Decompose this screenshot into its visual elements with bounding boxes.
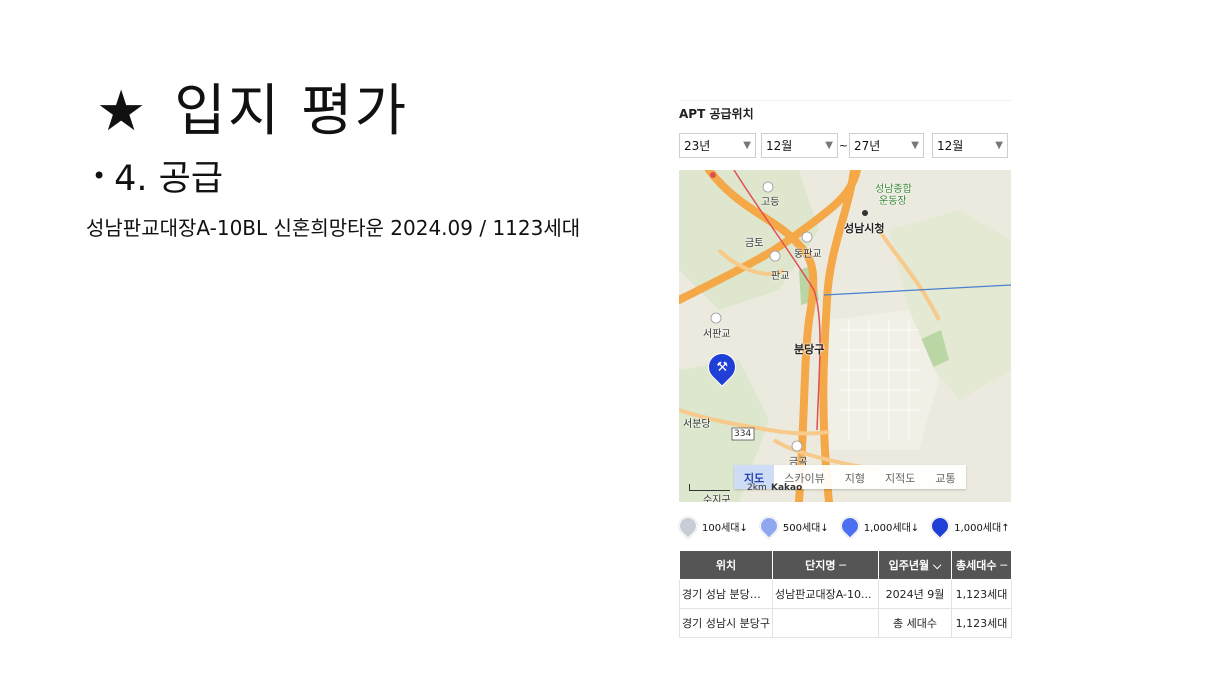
supply-map[interactable]: 고등 성남종합 운동장 성남시청 금토 동판교 판교 서판교 분당구 서분당 3… <box>679 170 1011 502</box>
map-label-road-334: 334 <box>734 429 752 439</box>
cell-total-households: 1,123세대 <box>951 608 1012 638</box>
map-type-tabs: 지도 스카이뷰 지형 지적도 교통 <box>734 465 966 489</box>
table-row[interactable]: 경기 성남 분당구... 성남판교대장A-10... 2024년 9월 1,12… <box>679 579 1012 609</box>
map-scale-bar <box>689 484 730 491</box>
chevron-down-icon: ▼ <box>743 140 751 151</box>
map-label-geumto: 금토 <box>745 238 764 249</box>
legend-label: 1,000세대↓ <box>863 522 920 534</box>
bullet-dot: • <box>92 162 107 190</box>
star-icon: ★ <box>96 79 149 144</box>
cell-location: 경기 성남 분당구... <box>679 579 773 609</box>
map-legend: 100세대↓ 500세대↓ 1,000세대↓ 1,000세대↑ <box>675 513 1011 539</box>
start-month-select[interactable]: 12월 ▼ <box>761 133 838 158</box>
date-range-selectors: 23년 ▼ 12월 ▼ ~ 27년 ▼ 12월 ▼ <box>679 132 1011 159</box>
slide-title-text: 입지 평가 <box>174 79 409 144</box>
map-provider-logo: Kakao <box>771 483 803 493</box>
supply-table: 위치 단지명 ─ 입주년월 ⌵ 총세대수 ─ 경기 성남 분당구... 성남판교… <box>679 550 1012 638</box>
map-label-bundanggu: 분당구 <box>794 343 825 356</box>
chevron-down-icon: ▼ <box>911 140 919 151</box>
bullet-text: 4. 공급 <box>114 159 224 199</box>
end-year-select[interactable]: 27년 ▼ <box>849 133 924 158</box>
cell-complex <box>772 608 879 638</box>
legend-pin-icon <box>927 513 953 539</box>
legend-pin-icon <box>756 513 782 539</box>
legend-pin-icon <box>837 513 863 539</box>
legend-label: 500세대↓ <box>782 522 829 534</box>
cell-complex: 성남판교대장A-10... <box>772 579 879 609</box>
legend-item: 500세대↓ <box>756 513 829 539</box>
legend-label: 1,000세대↑ <box>954 522 1010 534</box>
column-header-complex[interactable]: 단지명 ─ <box>772 550 879 580</box>
panel-header: APT 공급위치 <box>679 100 1011 132</box>
legend-label: 100세대↓ <box>702 522 748 534</box>
legend-item: 1,000세대↑ <box>927 513 1010 539</box>
cell-move-in: 2024년 9월 <box>878 579 952 609</box>
map-scale-label: 2km <box>747 483 767 493</box>
column-header-households[interactable]: 총세대수 ─ <box>951 550 1012 580</box>
table-row: 경기 성남시 분당구 총 세대수 1,123세대 <box>679 608 1012 638</box>
tab-traffic[interactable]: 교통 <box>925 465 965 489</box>
bullet-item: • 4. 공급 <box>92 150 223 201</box>
column-header-move-in[interactable]: 입주년월 ⌵ <box>878 550 952 580</box>
map-label-cityhall: 성남시청 <box>844 222 885 235</box>
map-label-godeung: 고등 <box>761 197 780 208</box>
cell-total-label: 총 세대수 <box>878 608 952 638</box>
table-header-row: 위치 단지명 ─ 입주년월 ⌵ 총세대수 ─ <box>679 550 1012 580</box>
cell-location: 경기 성남시 분당구 <box>679 608 773 638</box>
slide-title: ★ 입지 평가 <box>96 66 408 147</box>
chevron-down-icon: ▼ <box>825 140 833 151</box>
chevron-down-icon: ▼ <box>995 140 1003 151</box>
tab-cadastral[interactable]: 지적도 <box>875 465 925 489</box>
start-month-value: 12월 <box>766 139 793 153</box>
map-label-stadium-2: 운동장 <box>879 196 907 207</box>
supply-description: 성남판교대장A-10BL 신혼희망타운 2024.09 / 1123세대 <box>86 216 581 240</box>
legend-pin-icon <box>675 513 701 539</box>
end-year-value: 27년 <box>854 139 881 153</box>
end-month-select[interactable]: 12월 ▼ <box>932 133 1008 158</box>
map-label-sujigu: 수지구 <box>703 495 731 502</box>
start-year-select[interactable]: 23년 ▼ <box>679 133 756 158</box>
legend-item: 1,000세대↓ <box>837 513 920 539</box>
apt-supply-panel: APT 공급위치 23년 ▼ 12월 ▼ ~ 27년 ▼ 12월 ▼ 고등 성남… <box>675 100 1012 638</box>
map-label-pangyo: 판교 <box>771 271 790 282</box>
map-label-seopangyo: 서판교 <box>703 329 731 340</box>
tab-terrain[interactable]: 지형 <box>835 465 875 489</box>
range-separator: ~ <box>838 139 849 152</box>
start-year-value: 23년 <box>684 139 711 153</box>
map-label-dongpangyo: 동판교 <box>794 249 822 260</box>
map-label-seobundang: 서분당 <box>683 419 711 430</box>
cell-households: 1,123세대 <box>951 579 1012 609</box>
legend-item: 100세대↓ <box>675 513 748 539</box>
column-header-location[interactable]: 위치 <box>679 550 773 580</box>
end-month-value: 12월 <box>937 139 964 153</box>
